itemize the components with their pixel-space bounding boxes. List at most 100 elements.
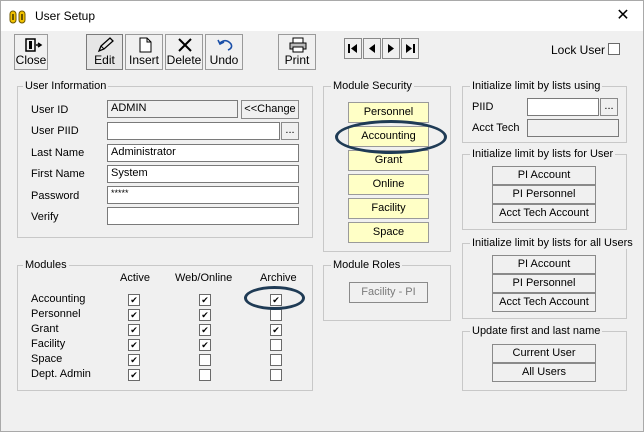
- verify-label: Verify: [31, 211, 59, 223]
- user-piid-browse-button[interactable]: ...: [281, 122, 299, 140]
- user-information-label: User Information: [23, 80, 109, 92]
- close-button[interactable]: Close: [14, 34, 48, 70]
- module-web-checkbox[interactable]: [199, 369, 211, 381]
- modules-col-archive: Archive: [260, 272, 297, 284]
- user-pi-account-button[interactable]: PI Account: [492, 166, 596, 185]
- module-web-checkbox[interactable]: [199, 339, 211, 351]
- new-document-icon: [139, 37, 152, 53]
- user-id-field: ADMIN: [107, 100, 238, 118]
- module-web-checkbox[interactable]: [199, 354, 211, 366]
- init-user-label: Initialize limit by lists for User: [470, 148, 616, 160]
- undo-button[interactable]: Undo: [205, 34, 243, 70]
- init-piid-label: PIID: [472, 101, 494, 113]
- title-bar: User Setup ✕: [1, 1, 643, 31]
- init-acct-tech-field: [527, 119, 619, 137]
- update-current-user-button[interactable]: Current User: [492, 344, 596, 363]
- module-row-label: Personnel: [31, 308, 81, 320]
- facility-pi-role-button[interactable]: Facility - PI: [349, 282, 428, 303]
- first-record-icon: [348, 44, 357, 53]
- last-name-field[interactable]: Administrator: [107, 144, 299, 162]
- verify-field[interactable]: [107, 207, 299, 225]
- delete-x-icon: [178, 38, 192, 52]
- printer-icon: [289, 37, 307, 53]
- user-piid-field[interactable]: [107, 122, 280, 140]
- module-security-label: Module Security: [331, 80, 414, 92]
- module-active-checkbox[interactable]: [128, 294, 140, 306]
- app-icon: [9, 10, 26, 24]
- module-archive-checkbox[interactable]: [270, 294, 282, 306]
- edit-button[interactable]: Edit: [86, 34, 123, 70]
- delete-button[interactable]: Delete: [165, 34, 203, 70]
- init-lists-using-label: Initialize limit by lists using: [470, 80, 603, 92]
- edit-button-label: Edit: [94, 53, 115, 67]
- first-name-label: First Name: [31, 168, 85, 180]
- change-user-id-button[interactable]: <<Change: [241, 100, 299, 119]
- insert-button[interactable]: Insert: [125, 34, 163, 70]
- insert-button-label: Insert: [128, 53, 159, 67]
- user-setup-window: User Setup ✕ Close Edit Insert Delete Un…: [0, 0, 644, 432]
- previous-record-button[interactable]: [363, 38, 381, 59]
- init-piid-browse-button[interactable]: ...: [600, 98, 618, 116]
- all-pi-personnel-button[interactable]: PI Personnel: [492, 274, 596, 293]
- module-roles-label: Module Roles: [331, 259, 403, 271]
- undo-arrow-icon: [217, 39, 233, 51]
- all-acct-tech-account-button[interactable]: Acct Tech Account: [492, 293, 596, 312]
- undo-button-label: Undo: [209, 53, 239, 67]
- module-active-checkbox[interactable]: [128, 369, 140, 381]
- module-row-label: Grant: [31, 323, 59, 335]
- module-security-button[interactable]: Online: [348, 174, 429, 195]
- password-field[interactable]: *****: [107, 186, 299, 204]
- window-title: User Setup: [35, 9, 96, 23]
- print-button-label: Print: [284, 53, 310, 67]
- window-close-button[interactable]: ✕: [613, 7, 633, 27]
- close-button-label: Close: [15, 53, 47, 67]
- last-record-button[interactable]: [401, 38, 419, 59]
- module-security-button[interactable]: Grant: [348, 150, 429, 171]
- modules-col-active: Active: [120, 272, 150, 284]
- update-names-label: Update first and last name: [470, 325, 603, 337]
- module-archive-checkbox[interactable]: [270, 339, 282, 351]
- update-all-users-button[interactable]: All Users: [492, 363, 596, 382]
- module-row-label: Space: [31, 353, 63, 365]
- module-row-label: Facility: [31, 338, 66, 350]
- module-web-checkbox[interactable]: [199, 309, 211, 321]
- print-button[interactable]: Print: [278, 34, 316, 70]
- init-piid-field[interactable]: [527, 98, 599, 116]
- module-archive-checkbox[interactable]: [270, 354, 282, 366]
- module-row-label: Accounting: [31, 293, 86, 305]
- module-security-button[interactable]: Accounting: [348, 126, 429, 147]
- module-security-button[interactable]: Personnel: [348, 102, 429, 123]
- all-pi-account-button[interactable]: PI Account: [492, 255, 596, 274]
- exit-door-icon: [25, 38, 43, 52]
- module-active-checkbox[interactable]: [128, 339, 140, 351]
- pencil-icon: [97, 37, 114, 53]
- user-id-label: User ID: [31, 104, 69, 116]
- user-acct-tech-account-button[interactable]: Acct Tech Account: [492, 204, 596, 223]
- first-name-field[interactable]: System: [107, 165, 299, 183]
- module-web-checkbox[interactable]: [199, 324, 211, 336]
- modules-col-web-online: Web/Online: [175, 272, 233, 284]
- module-row-label: Dept. Admin: [31, 368, 91, 380]
- user-piid-label: User PIID: [31, 125, 79, 137]
- module-active-checkbox[interactable]: [128, 309, 140, 321]
- modules-label: Modules: [23, 259, 69, 271]
- first-record-button[interactable]: [344, 38, 362, 59]
- module-archive-checkbox[interactable]: [270, 324, 282, 336]
- module-archive-checkbox[interactable]: [270, 309, 282, 321]
- module-web-checkbox[interactable]: [199, 294, 211, 306]
- delete-button-label: Delete: [166, 53, 202, 67]
- next-record-button[interactable]: [382, 38, 400, 59]
- init-acct-tech-label: Acct Tech: [472, 122, 520, 134]
- next-record-icon: [388, 44, 394, 53]
- lock-user-checkbox[interactable]: [608, 43, 620, 55]
- previous-record-icon: [369, 44, 375, 53]
- module-active-checkbox[interactable]: [128, 354, 140, 366]
- module-active-checkbox[interactable]: [128, 324, 140, 336]
- last-record-icon: [406, 44, 415, 53]
- user-pi-personnel-button[interactable]: PI Personnel: [492, 185, 596, 204]
- module-security-button[interactable]: Facility: [348, 198, 429, 219]
- module-archive-checkbox[interactable]: [270, 369, 282, 381]
- module-security-button[interactable]: Space: [348, 222, 429, 243]
- lock-user-label: Lock User: [551, 43, 606, 57]
- init-all-users-label: Initialize limit by lists for all Users: [470, 237, 635, 249]
